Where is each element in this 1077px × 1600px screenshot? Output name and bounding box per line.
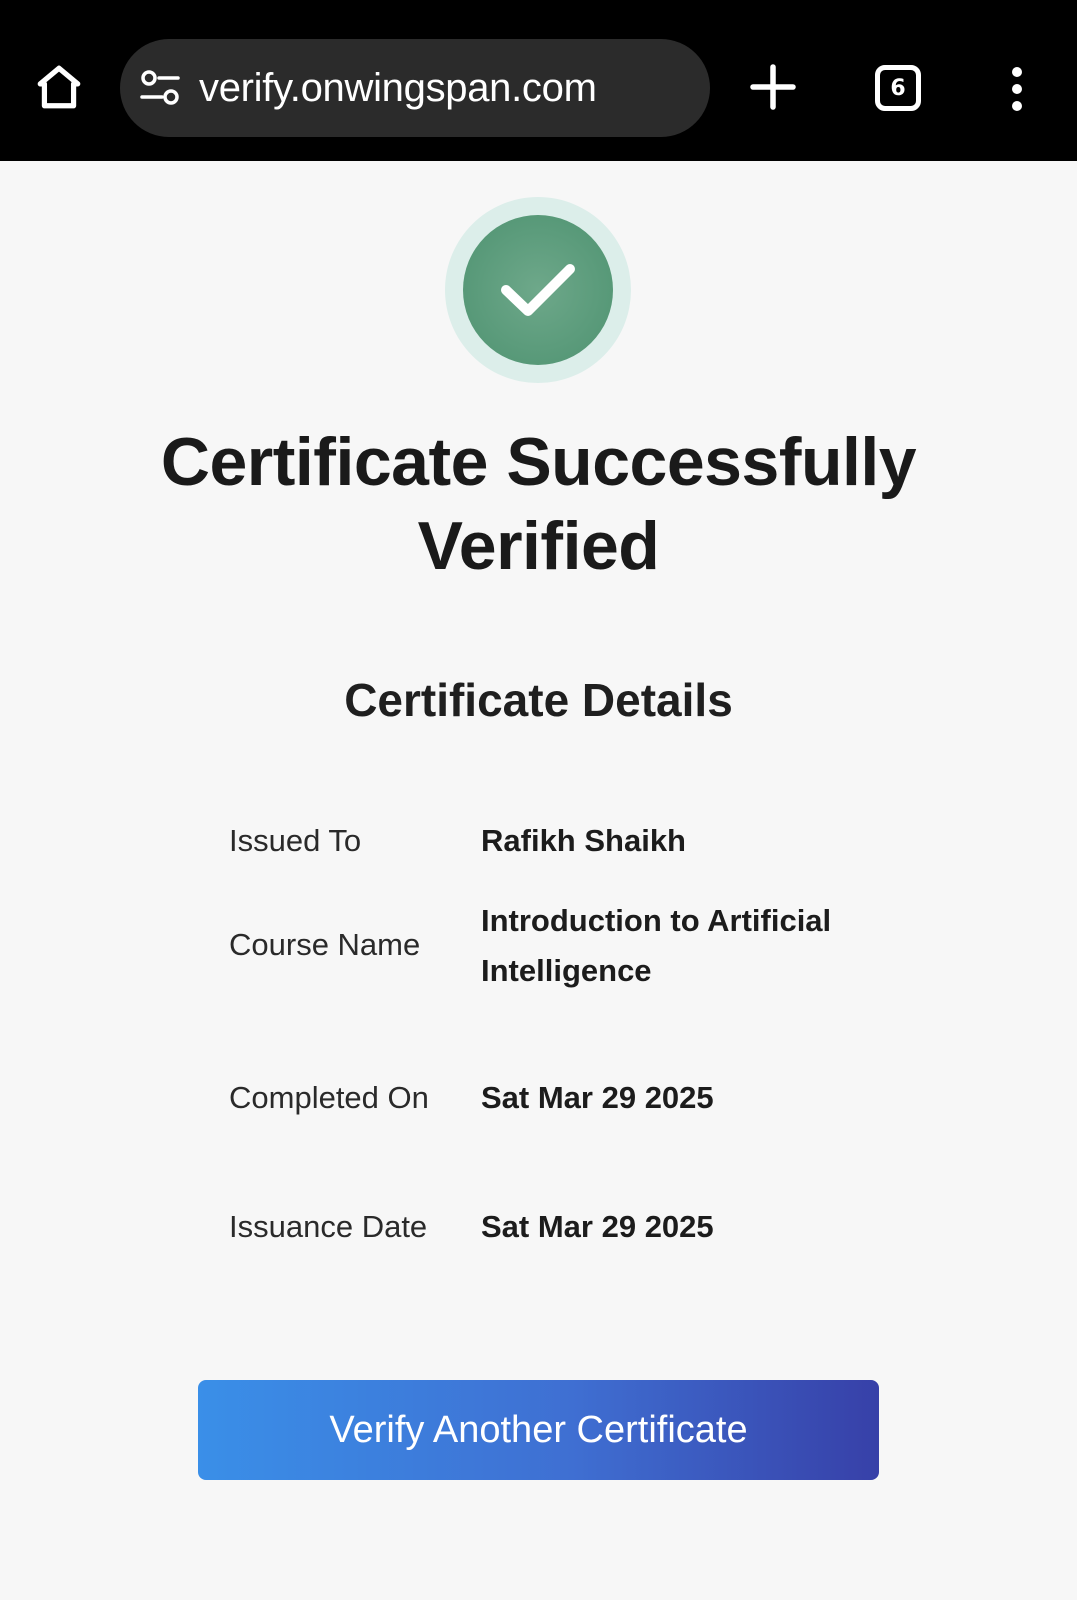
issued-to-value: Rafikh Shaikh <box>481 823 686 858</box>
page-title: Certificate Successfully Verified <box>160 424 917 584</box>
tab-count: 6 <box>890 75 906 101</box>
issuance-date-label: Issuance Date <box>229 1209 428 1244</box>
success-circle <box>463 215 613 365</box>
site-settings-icon[interactable] <box>140 69 180 109</box>
browser-toolbar: verify.onwingspan.com 6 <box>0 0 1077 161</box>
verify-another-button[interactable]: Verify Another Certificate <box>198 1380 879 1480</box>
issued-to-label: Issued To <box>229 823 362 858</box>
completed-on-label: Completed On <box>229 1080 429 1115</box>
more-vert-icon[interactable] <box>1000 66 1034 112</box>
home-button[interactable] <box>30 58 88 116</box>
address-bar[interactable]: verify.onwingspan.com <box>120 39 710 137</box>
plus-icon[interactable] <box>749 63 797 111</box>
course-name-label: Course Name <box>229 927 421 962</box>
tab-switcher-button[interactable]: 6 <box>875 65 921 111</box>
completed-on-value: Sat Mar 29 2025 <box>481 1080 714 1115</box>
issuance-date-value: Sat Mar 29 2025 <box>481 1209 714 1244</box>
url-text[interactable]: verify.onwingspan.com <box>199 61 597 115</box>
details-heading: Certificate Details <box>344 674 733 726</box>
course-name-value: Introduction to Artificial Intelligence <box>481 903 832 988</box>
home-icon <box>37 65 81 109</box>
check-icon <box>501 264 575 316</box>
